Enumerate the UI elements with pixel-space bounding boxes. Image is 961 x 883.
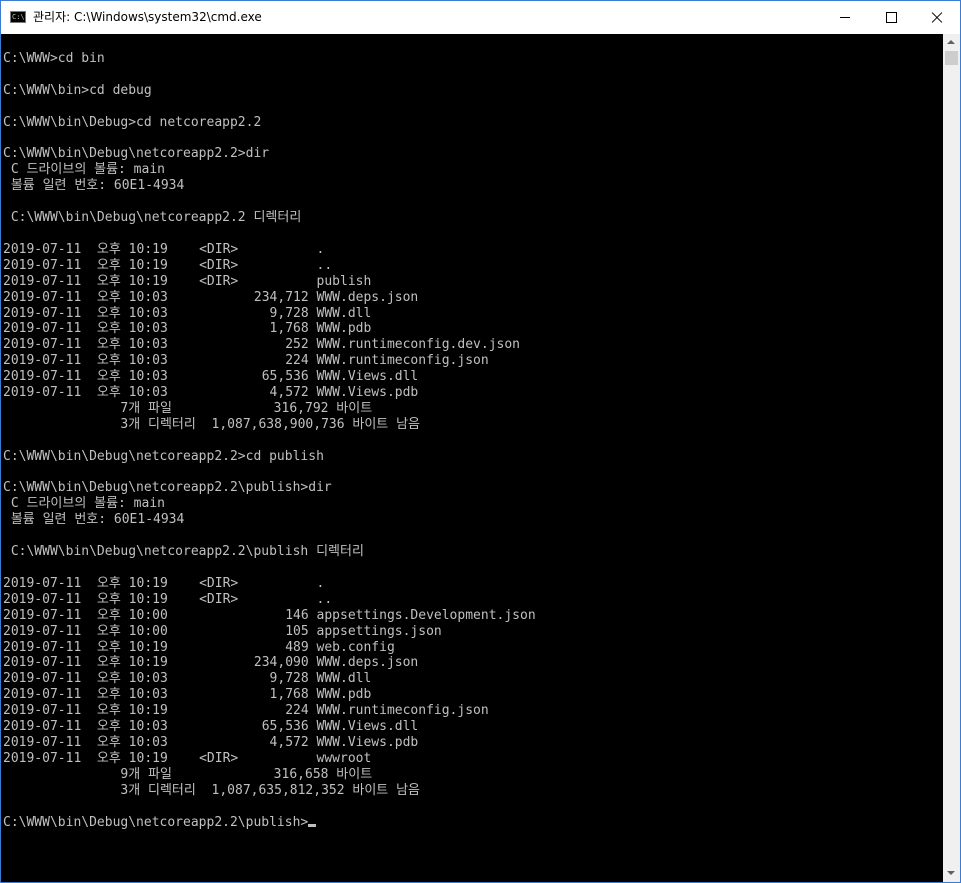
console-line: 2019-07-11 오후 10:19 <DIR> . [3,575,325,591]
console-line: C:\WWW\bin\Debug\netcoreapp2.2>cd publis… [3,448,324,464]
console-line: 7개 파일 316,792 바이트 [3,400,373,416]
console-line: 2019-07-11 오후 10:03 252 WWW.runtimeconfi… [3,337,520,353]
console-line: 3개 디렉터리 1,087,638,900,736 바이트 남음 [3,416,421,432]
window-title: 관리자: C:\Windows\system32\cmd.exe [33,10,262,24]
console-line: 2019-07-11 오후 10:03 1,768 WWW.pdb [3,321,372,337]
console-line: 2019-07-11 오후 10:19 224 WWW.runtimeconfi… [3,703,489,719]
console-line: 9개 파일 316,658 바이트 [3,766,373,782]
console-line: 2019-07-11 오후 10:19 234,090 WWW.deps.jso… [3,655,419,671]
cmd-window: C:\ 관리자: C:\Windows\system32\cmd.exe C:\… [0,0,961,883]
maximize-button[interactable] [868,1,914,34]
console-line: C:\WWW\bin\Debug\netcoreapp2.2>dir [3,146,270,162]
console-output[interactable]: C:\WWW>cd bin C:\WWW\bin>cd debug C:\WWW… [1,34,943,882]
scroll-up-arrow-icon[interactable] [943,34,960,51]
console-line: 볼륨 일련 번호: 60E1-4934 [3,512,185,528]
console-line: 2019-07-11 오후 10:03 234,712 WWW.deps.jso… [3,289,419,305]
console-line: 2019-07-11 오후 10:00 105 appsettings.json [3,623,442,639]
vertical-scrollbar[interactable] [943,34,960,882]
console-line: 2019-07-11 오후 10:00 146 appsettings.Deve… [3,607,536,623]
console-line: 2019-07-11 오후 10:19 <DIR> publish [3,273,372,289]
console-line: C:\WWW\bin\Debug\netcoreapp2.2\publish>d… [3,480,332,496]
title-bar[interactable]: C:\ 관리자: C:\Windows\system32\cmd.exe [1,1,960,34]
console-text: C:\WWW>cd bin C:\WWW\bin>cd debug C:\WWW… [3,51,536,830]
console-line: C 드라이브의 볼륨: main [3,496,165,512]
console-line: C:\WWW\bin\Debug\netcoreapp2.2\publish> [3,814,309,830]
console-line: 2019-07-11 오후 10:03 9,728 WWW.dll [3,671,372,687]
console-line: 볼륨 일련 번호: 60E1-4934 [3,178,185,194]
console-line: C:\WWW\bin\Debug\netcoreapp2.2 디렉터리 [3,210,302,226]
close-button[interactable] [914,1,960,34]
console-line: 2019-07-11 오후 10:19 <DIR> .. [3,257,333,273]
console-line: C 드라이브의 볼륨: main [3,162,165,178]
text-cursor [308,823,317,827]
console-line: C:\WWW\bin\Debug>cd netcoreapp2.2 [3,114,262,130]
console-line: 2019-07-11 오후 10:19 <DIR> wwwroot [3,750,372,766]
console-line: 3개 디렉터리 1,087,635,812,352 바이트 남음 [3,782,421,798]
console-line: 2019-07-11 오후 10:03 1,768 WWW.pdb [3,687,372,703]
console-line: 2019-07-11 오후 10:03 9,728 WWW.dll [3,305,372,321]
console-line: 2019-07-11 오후 10:19 <DIR> .. [3,591,333,607]
console-line: 2019-07-11 오후 10:03 65,536 WWW.Views.dll [3,369,419,385]
console-line: 2019-07-11 오후 10:19 489 web.config [3,639,395,655]
console-line: 2019-07-11 오후 10:03 224 WWW.runtimeconfi… [3,353,489,369]
scroll-down-arrow-icon[interactable] [943,865,960,882]
minimize-button[interactable] [822,1,868,34]
console-line: 2019-07-11 오후 10:03 4,572 WWW.Views.pdb [3,385,419,401]
console-line: 2019-07-11 오후 10:19 <DIR> . [3,241,325,257]
console-line: C:\WWW>cd bin [3,51,105,66]
console-line: C:\WWW\bin\Debug\netcoreapp2.2\publish 디… [3,544,364,560]
console-line: 2019-07-11 오후 10:03 4,572 WWW.Views.pdb [3,734,419,750]
console-line: C:\WWW\bin>cd debug [3,82,152,98]
console-line: 2019-07-11 오후 10:03 65,536 WWW.Views.dll [3,719,419,735]
scroll-thumb[interactable] [945,51,958,65]
cmd-app-icon[interactable]: C:\ [10,11,26,23]
